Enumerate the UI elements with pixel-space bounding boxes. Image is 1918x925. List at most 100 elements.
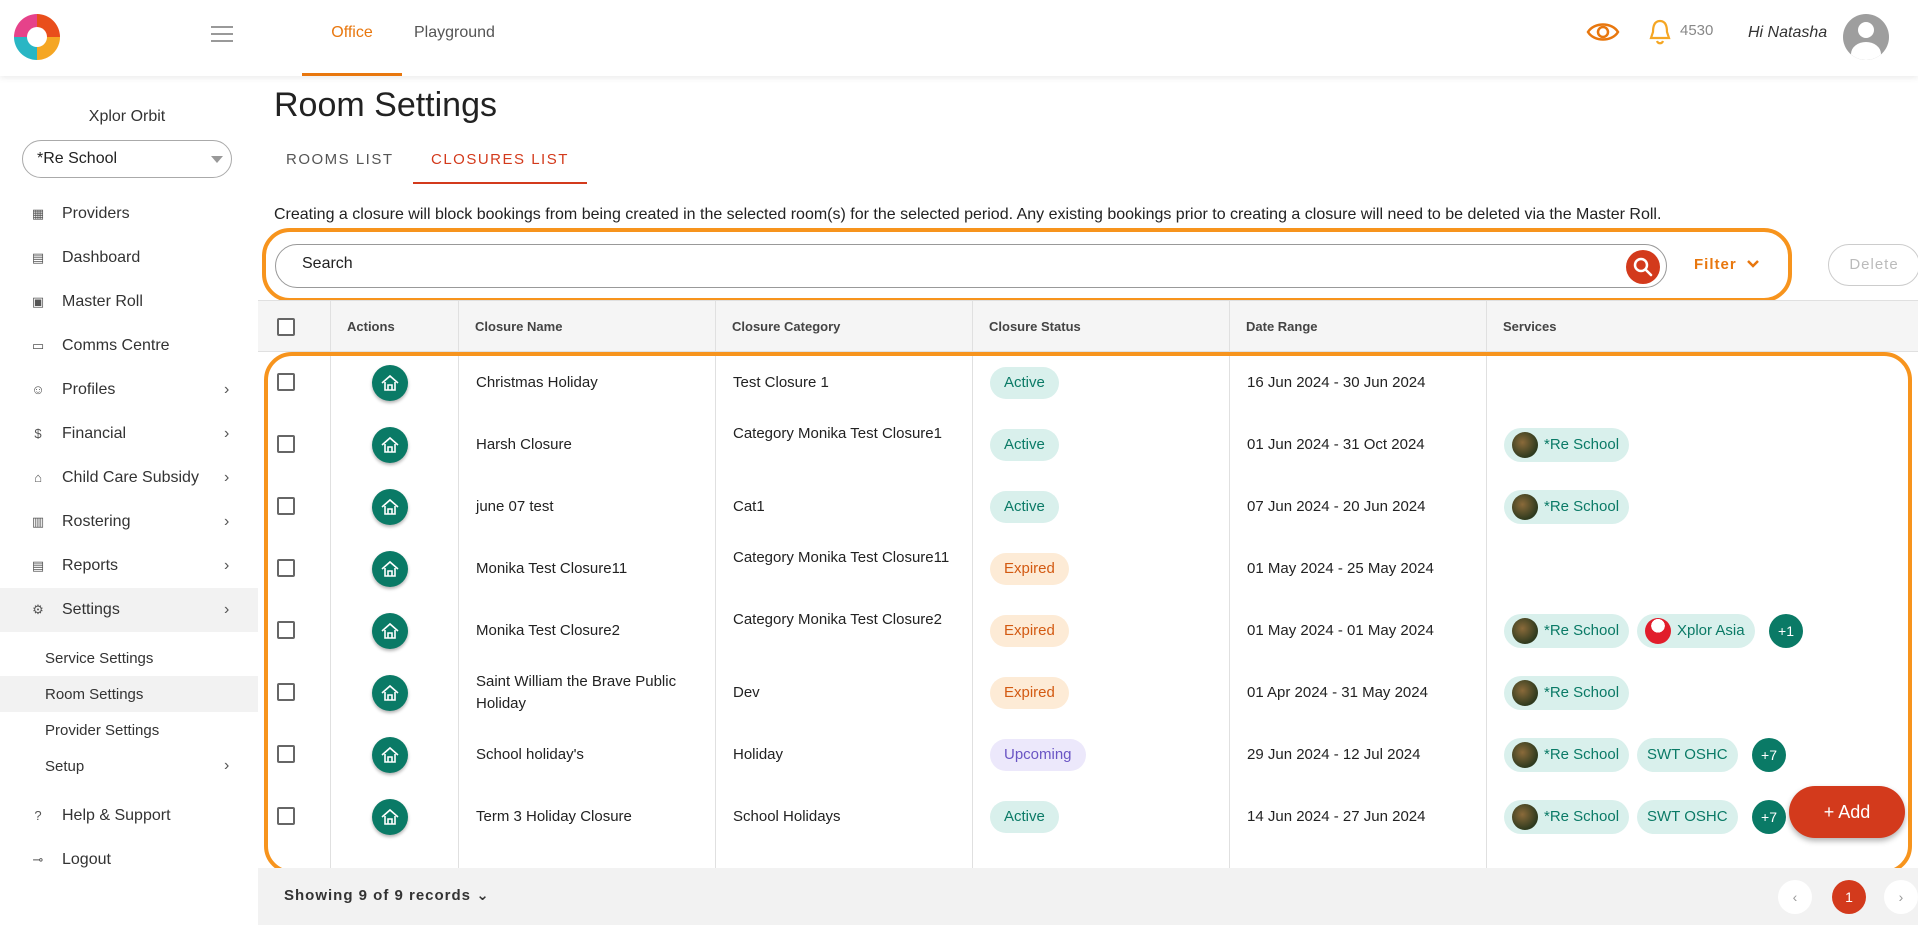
row-action-button[interactable]	[372, 675, 408, 711]
closure-name: School holiday's	[476, 746, 584, 763]
search-button[interactable]	[1626, 250, 1660, 284]
sidebar-item-rostering[interactable]: ▥ Rostering ›	[0, 500, 258, 544]
school-select[interactable]: *Re School	[22, 140, 232, 178]
sidebar-subitem-service-settings[interactable]: Service Settings	[0, 640, 258, 676]
app-logo[interactable]	[14, 14, 60, 60]
row-action-button[interactable]	[372, 551, 408, 587]
row-checkbox[interactable]	[277, 435, 295, 453]
closure-category: Holiday	[733, 746, 784, 763]
table-row[interactable]: june 07 test Cat1 Active 07 Jun 2024 - 20 J…	[258, 476, 1918, 538]
records-label: Showing 9 of 9 records	[284, 887, 472, 904]
sidebar-subitem-provider-settings[interactable]: Provider Settings	[0, 712, 258, 748]
sidebar-item-help-support[interactable]: ? Help & Support	[0, 794, 258, 838]
service-avatar	[1645, 618, 1671, 645]
closure-name: Harsh Closure	[476, 436, 572, 453]
sidebar-item-label: Profiles	[62, 381, 116, 398]
sidebar-item-label: Comms Centre	[62, 337, 170, 354]
user-avatar[interactable]	[1843, 14, 1889, 60]
chevron-right-icon: ›	[224, 601, 230, 618]
delete-button[interactable]: Delete	[1828, 244, 1918, 286]
service-avatar	[1512, 680, 1538, 707]
sidebar-item-reports[interactable]: ▤ Reports ›	[0, 544, 258, 588]
row-checkbox[interactable]	[277, 621, 295, 639]
column-header-closure-category[interactable]: Closure Category	[715, 301, 972, 353]
closure-name: Term 3 Holiday Closure	[476, 808, 632, 825]
service-label: Xplor Asia	[1677, 622, 1745, 639]
bank-icon: ⌂	[34, 470, 42, 485]
search-icon	[1633, 257, 1653, 277]
row-checkbox[interactable]	[277, 559, 295, 577]
closure-category: Category Monika Test Closure1	[733, 425, 942, 442]
row-checkbox[interactable]	[277, 807, 295, 825]
date-range: 07 Jun 2024 - 20 Jun 2024	[1247, 498, 1426, 515]
sidebar-item-logout[interactable]: ⊸ Logout	[0, 838, 258, 882]
table-row[interactable]: School holiday's Holiday Upcoming 29 Jun 20…	[258, 724, 1918, 786]
more-services-badge[interactable]: +1	[1769, 614, 1803, 648]
sidebar-item-profiles[interactable]: ☺ Profiles ›	[0, 368, 258, 412]
bell-icon[interactable]	[1648, 18, 1672, 46]
date-range: 01 May 2024 - 25 May 2024	[1247, 560, 1434, 577]
sidebar-item-comms-centre[interactable]: ▭ Comms Centre	[0, 324, 258, 368]
table-row[interactable]: Christmas Holiday Test Closure 1 Active 16 …	[258, 352, 1918, 414]
row-action-button[interactable]	[372, 489, 408, 525]
add-label: Add	[1838, 802, 1871, 822]
home-icon	[381, 374, 399, 391]
filter-button[interactable]: Filter	[1694, 256, 1760, 273]
row-checkbox[interactable]	[277, 373, 295, 391]
row-checkbox[interactable]	[277, 683, 295, 701]
service-chip: Xplor Asia	[1637, 614, 1755, 648]
table-row[interactable]: Harsh Closure Category Monika Test Closur…	[258, 414, 1918, 476]
roster-icon: ▥	[31, 514, 45, 529]
gear-icon: ⚙	[32, 602, 44, 617]
eye-icon[interactable]	[1586, 20, 1620, 44]
tab-rooms-list[interactable]: ROOMS LIST	[268, 138, 412, 184]
sidebar-item-providers[interactable]: ▦ Providers	[0, 192, 258, 236]
dollar-icon: $	[34, 426, 42, 441]
row-action-button[interactable]	[372, 799, 408, 835]
next-page-button[interactable]: ›	[1884, 880, 1918, 914]
sidebar-item-settings[interactable]: ⚙ Settings ›	[0, 588, 258, 632]
column-header-date-range[interactable]: Date Range	[1229, 301, 1486, 353]
more-services-badge[interactable]: +7	[1752, 800, 1786, 834]
row-action-button[interactable]	[372, 613, 408, 649]
sidebar-item-financial[interactable]: $ Financial ›	[0, 412, 258, 456]
records-count-dropdown[interactable]: Showing 9 of 9 records ⌄	[284, 886, 490, 904]
row-checkbox[interactable]	[277, 497, 295, 515]
more-services-badge[interactable]: +7	[1752, 738, 1786, 772]
sidebar-item-child-care-subsidy[interactable]: ⌂ Child Care Subsidy ›	[0, 456, 258, 500]
school-select-value: *Re School	[37, 150, 118, 167]
table-row[interactable]: Saint William the Brave Public Holiday De…	[258, 662, 1918, 724]
tab-closures-list[interactable]: CLOSURES LIST	[413, 138, 587, 184]
chevron-right-icon: ›	[224, 469, 230, 486]
sidebar-item-dashboard[interactable]: ▤ Dashboard	[0, 236, 258, 280]
add-button[interactable]: + Add	[1789, 786, 1905, 838]
sidebar-item-label: Logout	[62, 851, 111, 868]
table-row[interactable]: Monika Test Closure11 Category Monika Tes…	[258, 538, 1918, 600]
tab-playground[interactable]: Playground	[414, 0, 510, 76]
select-all-checkbox[interactable]	[277, 318, 295, 336]
row-action-button[interactable]	[372, 737, 408, 773]
tab-office[interactable]: Office	[302, 0, 402, 76]
page-button-current[interactable]: 1	[1832, 880, 1866, 914]
service-chip: *Re School	[1504, 428, 1630, 462]
row-checkbox[interactable]	[277, 745, 295, 763]
sidebar-item-label: Settings	[62, 601, 120, 618]
sidebar-item-label: Reports	[62, 557, 119, 574]
home-icon	[381, 808, 399, 825]
calendar-icon: ▣	[31, 294, 45, 309]
service-avatar	[1512, 618, 1538, 645]
menu-icon[interactable]	[211, 26, 233, 42]
table-row[interactable]: Monika Test Closure2 Category Monika Test…	[258, 600, 1918, 662]
sidebar-subitem-setup[interactable]: Setup ›	[0, 748, 258, 784]
top-bar: Office Playground 4530 Hi Natasha	[0, 0, 1918, 76]
search-input[interactable]	[302, 255, 1602, 273]
row-action-button[interactable]	[372, 427, 408, 463]
sidebar-item-master-roll[interactable]: ▣ Master Roll	[0, 280, 258, 324]
previous-page-button[interactable]: ‹	[1778, 880, 1812, 914]
sidebar-subitem-room-settings[interactable]: Room Settings	[0, 676, 258, 712]
column-header-closure-name[interactable]: Closure Name	[458, 301, 715, 353]
table-row[interactable]: Term 3 Holiday Closure School Holidays Act…	[258, 786, 1918, 848]
column-header-closure-status[interactable]: Closure Status	[972, 301, 1229, 353]
row-action-button[interactable]	[372, 365, 408, 401]
closure-category: Dev	[733, 684, 760, 701]
